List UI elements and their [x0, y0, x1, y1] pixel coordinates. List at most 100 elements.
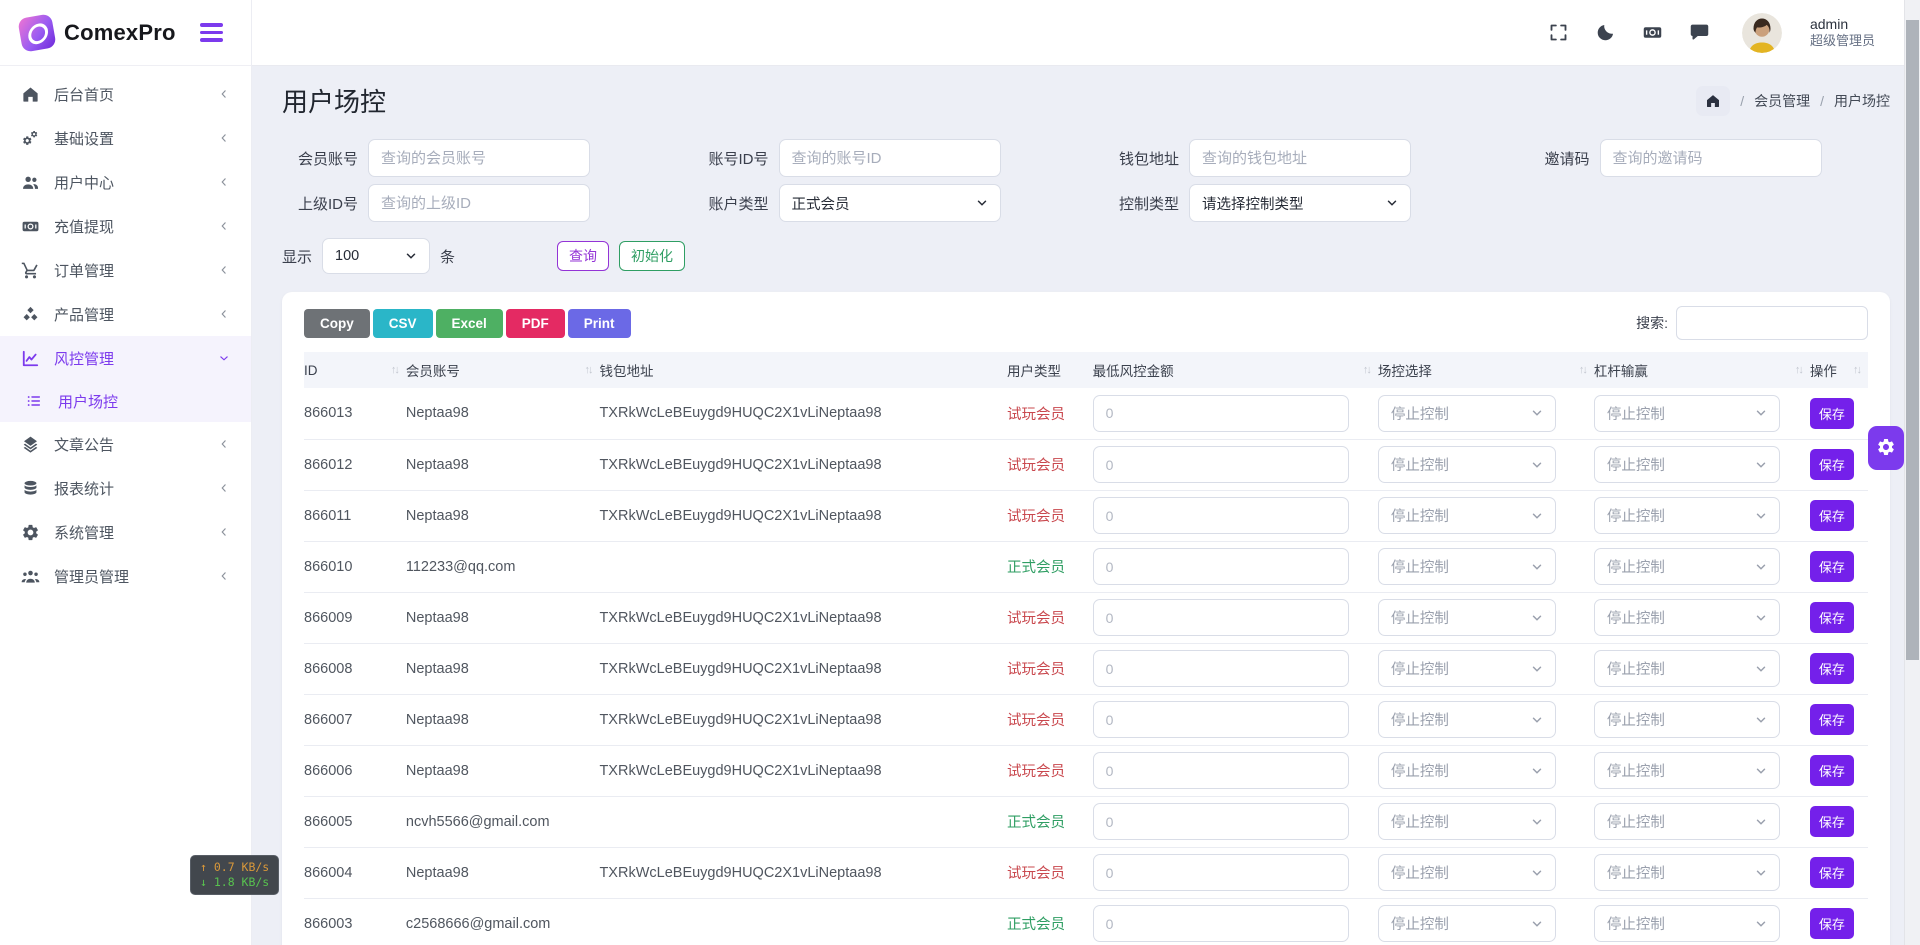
- save-button[interactable]: 保存: [1810, 602, 1854, 633]
- query-button[interactable]: 查询: [557, 241, 609, 271]
- leverage-select[interactable]: 停止控制: [1594, 701, 1780, 738]
- select-value: 停止控制: [1391, 913, 1449, 934]
- control-type-select[interactable]: 请选择控制类型: [1189, 184, 1411, 222]
- leverage-select[interactable]: 停止控制: [1594, 752, 1780, 789]
- min-risk-amount-input[interactable]: [1093, 497, 1349, 534]
- breadcrumb-link[interactable]: 会员管理: [1754, 91, 1810, 111]
- row-id: 866007: [304, 712, 352, 728]
- menu-toggle-button[interactable]: [196, 19, 227, 45]
- field-control-select[interactable]: 停止控制: [1378, 548, 1556, 585]
- layers-icon: [20, 434, 40, 454]
- min-risk-amount-input[interactable]: [1093, 854, 1349, 891]
- leverage-select[interactable]: 停止控制: [1594, 497, 1780, 534]
- min-risk-amount-input[interactable]: [1093, 701, 1349, 738]
- save-button[interactable]: 保存: [1810, 704, 1854, 735]
- leverage-select[interactable]: 停止控制: [1594, 548, 1780, 585]
- sidebar-item[interactable]: 管理员管理: [0, 554, 251, 598]
- min-risk-amount-input[interactable]: [1093, 446, 1349, 483]
- field-control-select[interactable]: 停止控制: [1378, 905, 1556, 942]
- scrollbar-thumb[interactable]: [1906, 20, 1919, 660]
- pdf-export-button[interactable]: PDF: [506, 309, 565, 338]
- print-export-button[interactable]: Print: [568, 309, 631, 338]
- field-control-select[interactable]: 停止控制: [1378, 497, 1556, 534]
- sidebar-subitem[interactable]: 用户场控: [0, 380, 251, 422]
- sidebar-item[interactable]: 风控管理: [0, 336, 251, 380]
- cash-icon[interactable]: [1642, 22, 1663, 43]
- sidebar-item[interactable]: 报表统计: [0, 466, 251, 510]
- min-risk-amount-input[interactable]: [1093, 905, 1349, 942]
- min-risk-amount-input[interactable]: [1093, 752, 1349, 789]
- message-icon[interactable]: [1689, 22, 1710, 43]
- breadcrumb-current[interactable]: 用户场控: [1834, 91, 1890, 111]
- save-button[interactable]: 保存: [1810, 398, 1854, 429]
- leverage-select[interactable]: 停止控制: [1594, 395, 1780, 432]
- column-header[interactable]: 场控选择↑↓: [1378, 352, 1594, 388]
- init-button[interactable]: 初始化: [619, 241, 685, 271]
- column-header[interactable]: 杠杆输赢↑↓: [1594, 352, 1810, 388]
- min-risk-amount-input[interactable]: [1093, 650, 1349, 687]
- sidebar-item[interactable]: 充值提现: [0, 204, 251, 248]
- user-meta[interactable]: admin 超级管理员: [1810, 15, 1875, 50]
- sidebar-item[interactable]: 文章公告: [0, 422, 251, 466]
- field-control-select[interactable]: 停止控制: [1378, 446, 1556, 483]
- leverage-select[interactable]: 停止控制: [1594, 446, 1780, 483]
- column-header[interactable]: 会员账号↑↓: [406, 352, 600, 388]
- parent-id-input[interactable]: [368, 184, 590, 222]
- field-control-select[interactable]: 停止控制: [1378, 701, 1556, 738]
- sidebar-item[interactable]: 用户中心: [0, 160, 251, 204]
- column-header[interactable]: 操作↑↓: [1810, 352, 1868, 388]
- sidebar-header: ComexPro: [0, 0, 251, 66]
- column-header[interactable]: ID↑↓: [304, 352, 406, 388]
- sidebar-item-label: 产品管理: [54, 304, 114, 325]
- sidebar-item[interactable]: 订单管理: [0, 248, 251, 292]
- row-wallet: TXRkWcLeBEuygd9HUQC2X1vLiNeptaa98: [599, 712, 881, 728]
- min-risk-amount-input[interactable]: [1093, 803, 1349, 840]
- download-speed: ↓ 1.8 KB/s: [200, 875, 269, 890]
- field-control-select[interactable]: 停止控制: [1378, 854, 1556, 891]
- avatar[interactable]: [1742, 13, 1782, 53]
- sidebar-item[interactable]: 基础设置: [0, 116, 251, 160]
- save-button[interactable]: 保存: [1810, 755, 1854, 786]
- chevron-down-icon: [1755, 867, 1767, 879]
- leverage-select[interactable]: 停止控制: [1594, 599, 1780, 636]
- wallet-address-input[interactable]: [1189, 139, 1411, 177]
- leverage-select[interactable]: 停止控制: [1594, 803, 1780, 840]
- save-button[interactable]: 保存: [1810, 551, 1854, 582]
- fullscreen-icon[interactable]: [1548, 22, 1569, 43]
- account-type-select[interactable]: 正式会员: [779, 184, 1001, 222]
- column-header[interactable]: 最低风控金额↑↓: [1093, 352, 1378, 388]
- save-button[interactable]: 保存: [1810, 449, 1854, 480]
- csv-export-button[interactable]: CSV: [373, 309, 433, 338]
- save-button[interactable]: 保存: [1810, 857, 1854, 888]
- field-control-select[interactable]: 停止控制: [1378, 650, 1556, 687]
- member-account-input[interactable]: [368, 139, 590, 177]
- home-icon: [20, 84, 40, 104]
- field-control-select[interactable]: 停止控制: [1378, 599, 1556, 636]
- dark-mode-icon[interactable]: [1595, 22, 1616, 43]
- save-button[interactable]: 保存: [1810, 500, 1854, 531]
- field-control-select[interactable]: 停止控制: [1378, 752, 1556, 789]
- save-button[interactable]: 保存: [1810, 806, 1854, 837]
- account-id-input[interactable]: [779, 139, 1001, 177]
- leverage-select[interactable]: 停止控制: [1594, 905, 1780, 942]
- sidebar-item[interactable]: 产品管理: [0, 292, 251, 336]
- field-control-select[interactable]: 停止控制: [1378, 395, 1556, 432]
- page-size-select[interactable]: 100: [322, 238, 430, 274]
- breadcrumb-home-icon[interactable]: [1696, 86, 1730, 116]
- breadcrumb: / 会员管理 / 用户场控: [1696, 86, 1890, 116]
- leverage-select[interactable]: 停止控制: [1594, 650, 1780, 687]
- excel-export-button[interactable]: Excel: [436, 309, 503, 338]
- min-risk-amount-input[interactable]: [1093, 548, 1349, 585]
- save-button[interactable]: 保存: [1810, 908, 1854, 939]
- sidebar-item[interactable]: 系统管理: [0, 510, 251, 554]
- field-control-select[interactable]: 停止控制: [1378, 803, 1556, 840]
- search-input[interactable]: [1676, 306, 1868, 340]
- invite-code-input[interactable]: [1600, 139, 1822, 177]
- min-risk-amount-input[interactable]: [1093, 599, 1349, 636]
- leverage-select[interactable]: 停止控制: [1594, 854, 1780, 891]
- save-button[interactable]: 保存: [1810, 653, 1854, 684]
- sidebar-item[interactable]: 后台首页: [0, 72, 251, 116]
- copy-export-button[interactable]: Copy: [304, 309, 370, 338]
- min-risk-amount-input[interactable]: [1093, 395, 1349, 432]
- settings-fab[interactable]: [1868, 426, 1904, 470]
